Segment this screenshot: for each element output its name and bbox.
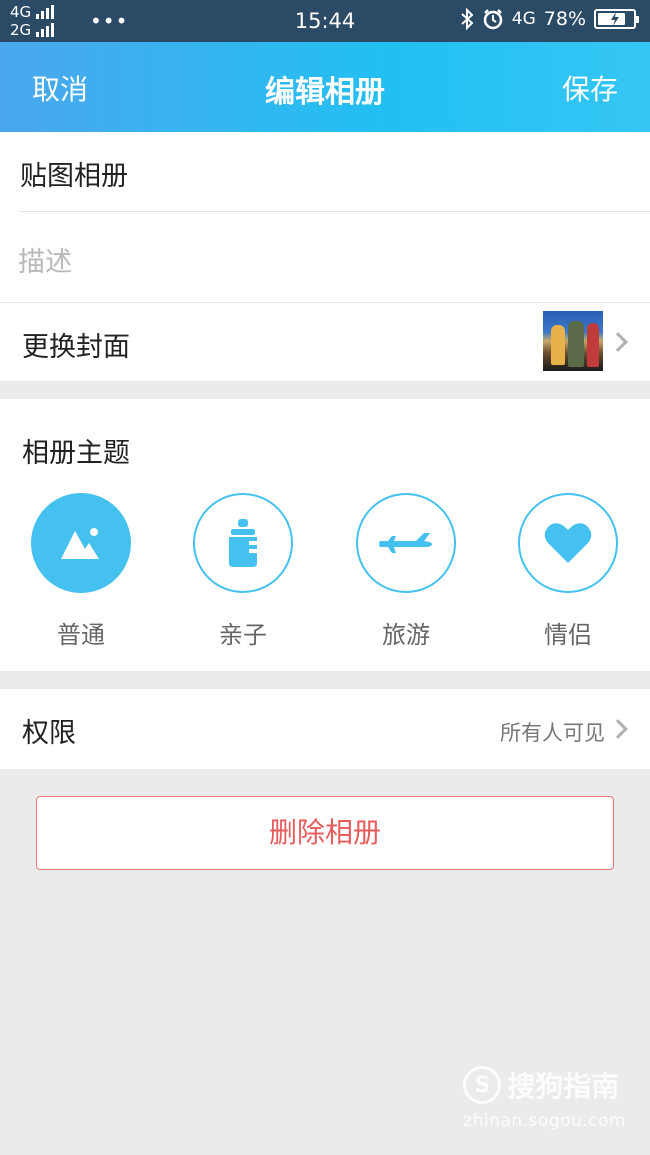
theme-section-title: 相册主题 [22, 438, 130, 469]
mountain-photo-icon [61, 528, 99, 559]
divider [0, 302, 650, 303]
permission-row[interactable]: 权限 所有人可见 [0, 689, 650, 769]
navigation-bar: 取消 编辑相册 保存 [0, 42, 650, 132]
sogou-logo-icon: S [463, 1066, 502, 1104]
theme-label: 亲子 [219, 621, 267, 649]
baby-bottle-icon [229, 519, 257, 567]
bluetooth-icon [461, 8, 474, 30]
watermark-brand: 搜狗指南 [507, 1070, 620, 1103]
chevron-right-icon [608, 719, 628, 739]
theme-circle [356, 493, 456, 593]
status-right: 4G 78% [460, 8, 639, 30]
charging-icon [611, 12, 619, 26]
change-cover-label: 更换封面 [22, 332, 130, 363]
theme-label: 普通 [57, 621, 105, 649]
album-name-field[interactable]: 贴图相册 [20, 154, 128, 193]
watermark-url: zhinan.sogou.com [463, 1111, 626, 1131]
theme-option-couple[interactable]: 情侣 [518, 493, 618, 650]
status-bar: 4G 2G ••• 15:44 4G 78% [0, 0, 650, 42]
theme-circle [193, 493, 293, 593]
battery-icon [594, 9, 639, 29]
theme-option-normal[interactable]: 普通 [31, 493, 131, 650]
airplane-icon [379, 533, 432, 553]
heart-icon [544, 523, 592, 563]
page-title: 编辑相册 [265, 75, 385, 110]
watermark: S 搜狗指南 zhinan.sogou.com [463, 1065, 626, 1131]
theme-circle [31, 493, 131, 593]
album-theme-card: 相册主题 普通 亲子 旅游 情侣 [0, 399, 650, 671]
permission-value: 所有人可见 [500, 721, 605, 745]
theme-label: 情侣 [544, 621, 592, 649]
permission-label: 权限 [22, 718, 76, 749]
description-field[interactable]: 描述 [18, 240, 72, 279]
alarm-icon [483, 9, 503, 30]
delete-album-button[interactable]: 删除相册 [36, 796, 614, 870]
change-cover-row[interactable]: 更换封面 [0, 303, 650, 381]
chevron-right-icon [608, 332, 628, 352]
divider [20, 211, 650, 212]
theme-circle [518, 493, 618, 593]
theme-label: 旅游 [382, 621, 430, 649]
battery-percent: 78% [543, 8, 586, 30]
theme-option-family[interactable]: 亲子 [193, 493, 293, 650]
network-type-3: 4G [511, 9, 536, 29]
save-button[interactable]: 保存 [562, 68, 618, 108]
album-info-card: 贴图相册 描述 [0, 132, 650, 302]
cover-thumbnail [543, 311, 603, 371]
theme-option-travel[interactable]: 旅游 [356, 493, 456, 650]
